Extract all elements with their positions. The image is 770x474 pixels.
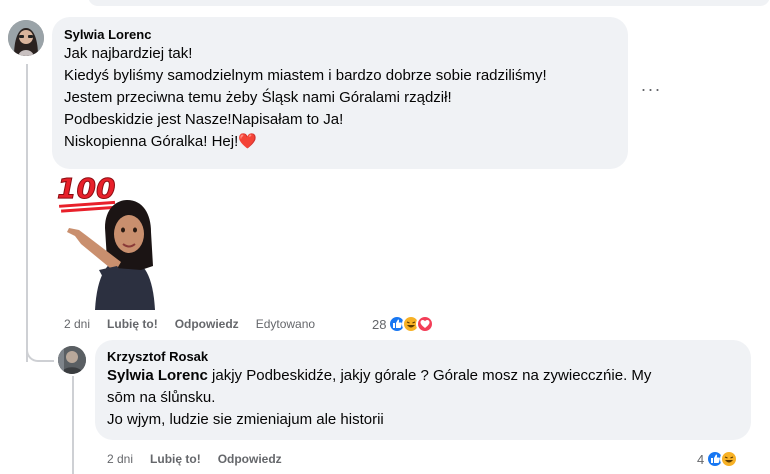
previous-comment-bubble [88,0,770,6]
mention-link[interactable]: Sylwia Lorenc [107,367,208,384]
pointing-avatar-icon [67,200,155,310]
reply-bubble: Krzysztof Rosak Sylwia Lorenc jakjy Podb… [95,340,751,440]
reply-time[interactable]: 2 dni [107,452,133,466]
reply-button[interactable]: Odpowiedz [175,317,239,331]
comment-bubble: Sylwia Lorenc Jak najbardziej tak! Kiedy… [52,17,628,169]
haha-reaction-icon [720,450,739,468]
hundred-points-icon: 100 [57,172,116,213]
like-button[interactable]: Lubię to! [107,317,158,331]
comment-author[interactable]: Sylwia Lorenc [64,27,616,43]
reply-thread-line [72,376,74,474]
like-button[interactable]: Lubię to! [150,452,201,466]
avatar[interactable] [8,20,44,56]
reaction-count: 28 [372,316,387,332]
sticker-image: 100 [55,170,165,310]
comment-text-line: Kiedyś byliśmy samodzielnym miastem i ba… [64,67,547,84]
thread-connector [26,340,54,362]
reply-text-line: Sylwia Lorenc jakjy Podbeskidźe, jakjy g… [107,365,739,387]
reaction-count: 4 [697,451,705,467]
comment-text-line: Jestem przeciwna temu żeby Śląsk nami Gó… [64,89,452,106]
comment-time[interactable]: 2 dni [64,317,90,331]
thread-line [26,64,28,362]
love-reaction-icon [416,315,435,333]
reply-text-line: Jo wjym, ludzie sie zmieniajum ale histo… [107,411,384,428]
reply-button[interactable]: Odpowiedz [218,452,282,466]
more-options-button[interactable]: ··· [640,80,662,102]
reply-author[interactable]: Krzysztof Rosak [107,349,739,365]
reply-text: jakjy Podbeskidźe, jakjy górale ? Górale… [207,367,652,384]
svg-text:100: 100 [57,172,115,205]
comment-text-line: Podbeskidzie jest Nasze!Napisałam to Ja! [64,111,344,128]
reply-avatar[interactable] [58,346,86,374]
edited-label: Edytowano [255,317,316,331]
comment-actions: 2 dni Lubię to! Odpowiedz Edytowano [64,316,337,332]
reply-text-line: sōm na ślůnsku. [107,389,216,406]
user-photo-icon [58,346,86,374]
reaction-summary[interactable]: 28 [372,314,435,334]
comment-text-line: Niskopienna Góralka! Hej!❤️ [64,133,257,150]
comment-text-line: Jak najbardziej tak! [64,45,193,62]
reply-actions: 2 dni Lubię to! Odpowiedz [107,451,299,467]
reaction-summary[interactable]: 4 [697,449,739,469]
user-photo-icon [8,20,44,56]
